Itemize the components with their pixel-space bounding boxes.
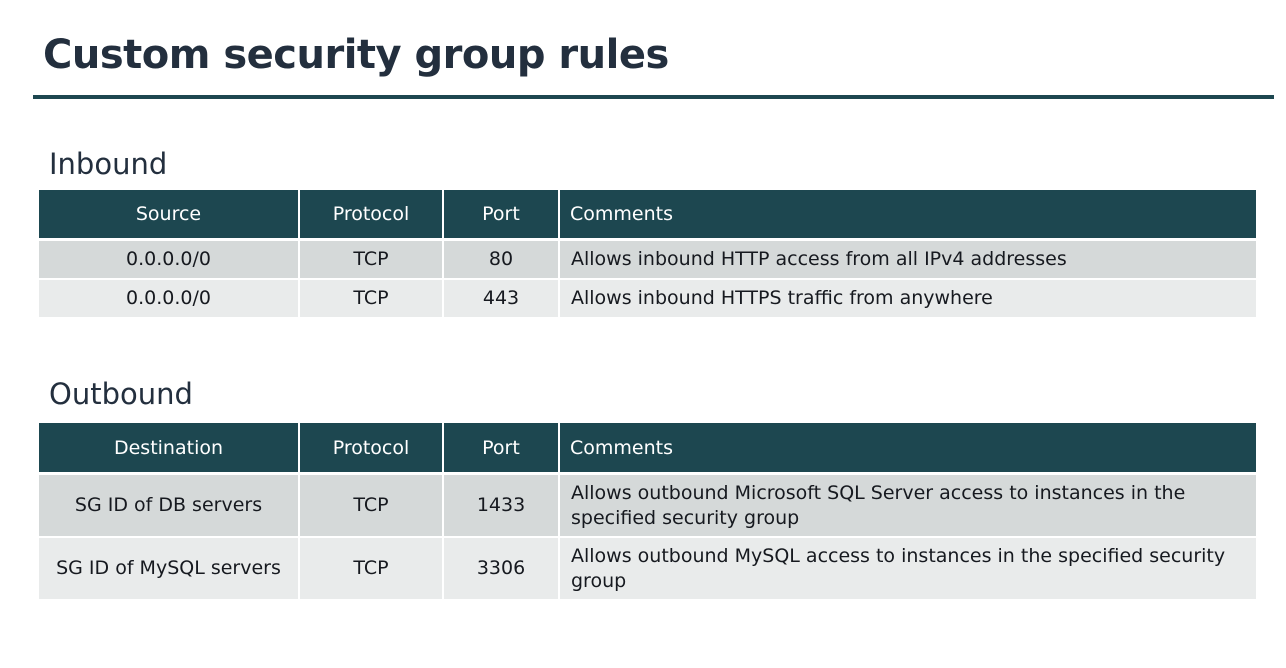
table-row: 0.0.0.0/0 TCP 80 Allows inbound HTTP acc… xyxy=(39,239,1256,280)
port-cell: 80 xyxy=(442,239,559,280)
destination-cell: SG ID of MySQL servers xyxy=(39,537,299,601)
protocol-cell: TCP xyxy=(298,279,443,319)
protocol-cell: TCP xyxy=(298,537,443,601)
page-title: Custom security group rules xyxy=(43,32,669,78)
protocol-cell: TCP xyxy=(298,239,443,280)
source-cell: 0.0.0.0/0 xyxy=(39,279,299,319)
column-header-source: Source xyxy=(39,190,299,241)
destination-cell: SG ID of DB servers xyxy=(39,473,299,538)
comments-cell: Allows outbound Microsoft SQL Server acc… xyxy=(558,473,1256,538)
column-header-port: Port xyxy=(442,423,559,475)
port-cell: 443 xyxy=(442,279,559,319)
column-header-comments: Comments xyxy=(558,423,1256,475)
column-header-destination: Destination xyxy=(39,423,299,475)
table-row: SG ID of DB servers TCP 1433 Allows outb… xyxy=(39,473,1256,538)
outbound-rules-table: Destination Protocol Port Comments SG ID… xyxy=(39,423,1256,601)
column-header-protocol: Protocol xyxy=(298,423,443,475)
source-cell: 0.0.0.0/0 xyxy=(39,239,299,280)
comments-cell: Allows inbound HTTPS traffic from anywhe… xyxy=(558,279,1256,319)
comments-cell: Allows inbound HTTP access from all IPv4… xyxy=(558,239,1256,280)
column-header-protocol: Protocol xyxy=(298,190,443,241)
inbound-rules-table: Source Protocol Port Comments 0.0.0.0/0 … xyxy=(39,190,1256,319)
outbound-heading: Outbound xyxy=(49,377,193,411)
column-header-comments: Comments xyxy=(558,190,1256,241)
column-header-port: Port xyxy=(442,190,559,241)
comments-cell: Allows outbound MySQL access to instance… xyxy=(558,537,1256,601)
title-divider xyxy=(33,95,1274,99)
port-cell: 1433 xyxy=(442,473,559,538)
port-cell: 3306 xyxy=(442,537,559,601)
inbound-header-row: Source Protocol Port Comments xyxy=(39,190,1256,241)
outbound-header-row: Destination Protocol Port Comments xyxy=(39,423,1256,475)
protocol-cell: TCP xyxy=(298,473,443,538)
table-row: SG ID of MySQL servers TCP 3306 Allows o… xyxy=(39,537,1256,601)
table-row: 0.0.0.0/0 TCP 443 Allows inbound HTTPS t… xyxy=(39,279,1256,319)
inbound-heading: Inbound xyxy=(49,147,168,181)
